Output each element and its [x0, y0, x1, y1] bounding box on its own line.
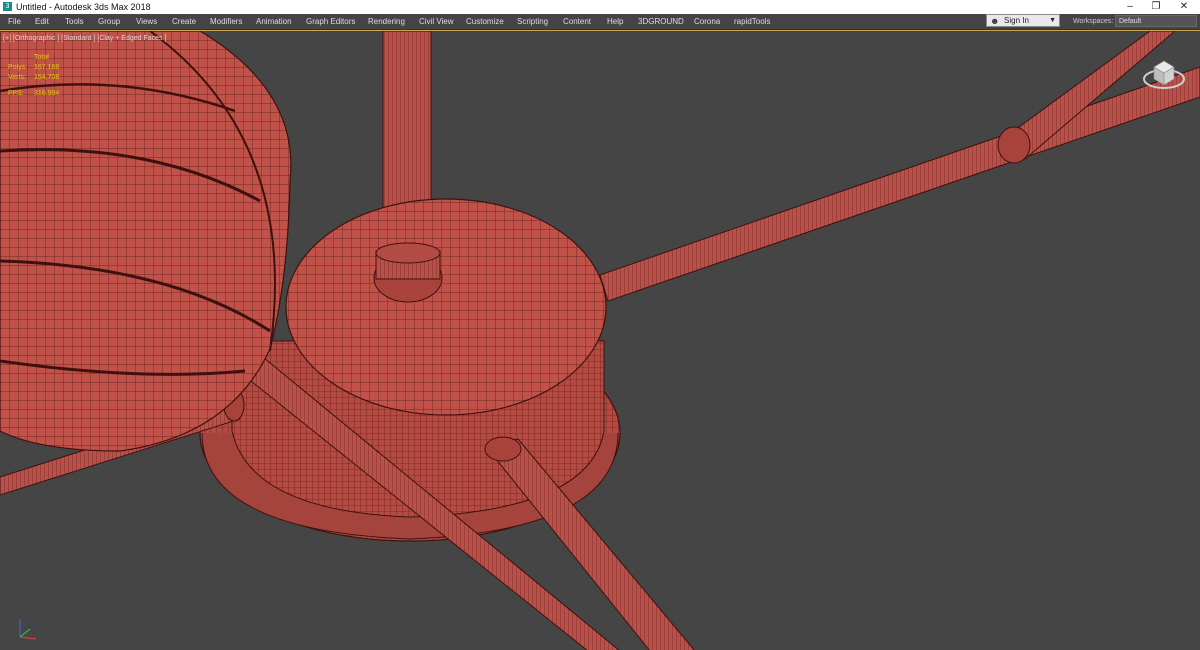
close-button[interactable]: ✕	[1172, 0, 1196, 14]
menu-customize[interactable]: Customize	[466, 16, 504, 27]
chevron-down-icon: ▼	[1049, 17, 1056, 24]
perspective-viewport[interactable]: [+] [Orthographic ] [Standard ] [Clay + …	[0, 30, 1200, 650]
scene-geometry	[0, 31, 1200, 650]
workspaces-label: Workspaces:	[1073, 18, 1114, 25]
title-bar: 3 Untitled - Autodesk 3ds Max 2018 – ❐ ✕	[0, 0, 1200, 14]
app-logo-icon: 3	[3, 2, 12, 11]
viewport-label[interactable]: [+] [Orthographic ] [Standard ] [Clay + …	[3, 34, 166, 43]
menu-create[interactable]: Create	[172, 16, 196, 27]
axis-tripod-icon	[19, 619, 37, 640]
menu-corona[interactable]: Corona	[694, 16, 720, 27]
menu-group[interactable]: Group	[98, 16, 120, 27]
viewport-statistics: Total Polys: 167,168 Verts: 154,708 FPS:…	[8, 53, 78, 99]
menu-modifiers[interactable]: Modifiers	[210, 16, 242, 27]
menu-graph-editors[interactable]: Graph Editors	[306, 16, 355, 27]
menu-views[interactable]: Views	[136, 16, 157, 27]
menu-rapidtools[interactable]: rapidTools	[734, 16, 770, 27]
menu-civil-view[interactable]: Civil View	[419, 16, 454, 27]
stats-polys-label: Polys:	[8, 64, 28, 71]
stats-fps-label: FPS:	[8, 90, 24, 97]
menu-rendering[interactable]: Rendering	[368, 16, 405, 27]
menu-tools[interactable]: Tools	[65, 16, 84, 27]
menu-content[interactable]: Content	[563, 16, 591, 27]
menu-edit[interactable]: Edit	[35, 16, 49, 27]
stats-polys-value: 167,168	[34, 64, 60, 71]
workspaces-value: Default	[1119, 18, 1142, 25]
stats-verts-value: 154,708	[34, 74, 60, 81]
menu-file[interactable]: File	[8, 16, 21, 27]
workspaces-select[interactable]: Default	[1115, 15, 1197, 27]
menu-animation[interactable]: Animation	[256, 16, 292, 27]
window-title: Untitled - Autodesk 3ds Max 2018	[16, 2, 151, 12]
stats-fps-value: 316.994	[34, 90, 60, 97]
menu-scripting[interactable]: Scripting	[517, 16, 548, 27]
sign-in-dropdown[interactable]: ☻ Sign In ▼	[986, 14, 1060, 27]
menu-help[interactable]: Help	[607, 16, 623, 27]
stats-total-label: Total	[34, 54, 49, 61]
arm-upper-right	[599, 31, 1200, 302]
user-icon: ☻	[990, 16, 1000, 26]
restore-button[interactable]: ❐	[1144, 0, 1168, 14]
sign-in-label: Sign In	[1004, 16, 1029, 25]
menu-3dground[interactable]: 3DGROUND	[638, 16, 684, 27]
viewcube-icon[interactable]	[1140, 53, 1188, 93]
stats-verts-label: Verts:	[8, 74, 26, 81]
minimize-button[interactable]: –	[1118, 0, 1142, 14]
